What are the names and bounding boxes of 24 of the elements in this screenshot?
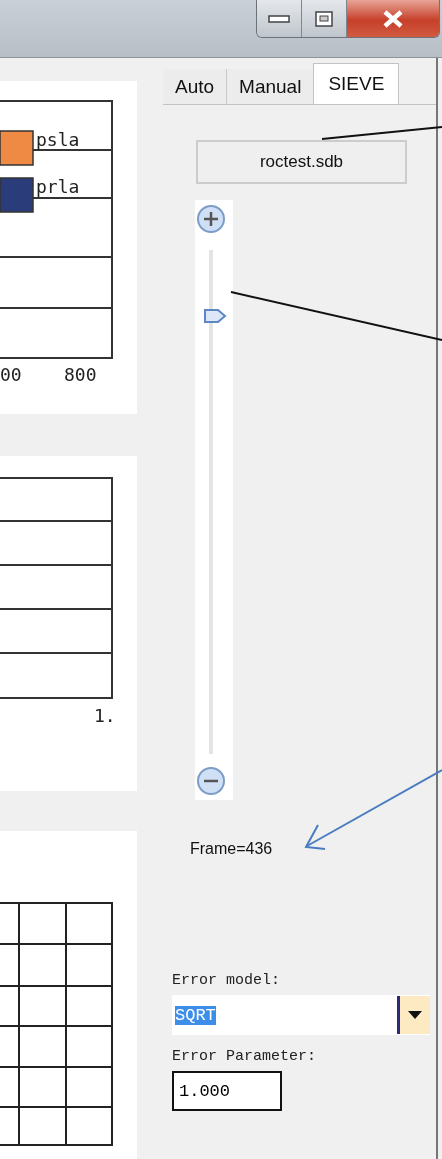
- tab[interactable]: Manual: [226, 69, 314, 104]
- error-model-label: Error model:: [172, 972, 281, 989]
- minimize-icon: [268, 13, 290, 24]
- file-button[interactable]: roctest.sdb: [196, 140, 407, 184]
- zoom-out-icon[interactable]: [196, 766, 226, 796]
- error-parameter-label: Error Parameter:: [172, 1048, 317, 1065]
- tab[interactable]: SIEVE: [313, 63, 400, 104]
- tick-label: 00: [0, 364, 22, 385]
- legend-label: psla: [36, 129, 80, 150]
- close-button[interactable]: [347, 0, 439, 37]
- close-icon: [382, 9, 404, 28]
- tab[interactable]: Auto: [163, 69, 227, 104]
- tick-label: 1.: [94, 705, 116, 726]
- error-parameter-field[interactable]: 1.000: [172, 1071, 282, 1111]
- caret-icon[interactable]: [397, 996, 430, 1034]
- legend-label: prla: [36, 176, 80, 197]
- zoom-slider[interactable]: [195, 200, 233, 800]
- maximize-button[interactable]: [302, 0, 347, 37]
- zoom-in-icon[interactable]: [196, 204, 226, 234]
- frame-label: Frame=436: [190, 840, 273, 858]
- tick-label: 800: [64, 364, 97, 385]
- slider-thumb[interactable]: [203, 307, 227, 324]
- maximize-icon: [315, 10, 333, 27]
- minimize-button[interactable]: [257, 0, 302, 37]
